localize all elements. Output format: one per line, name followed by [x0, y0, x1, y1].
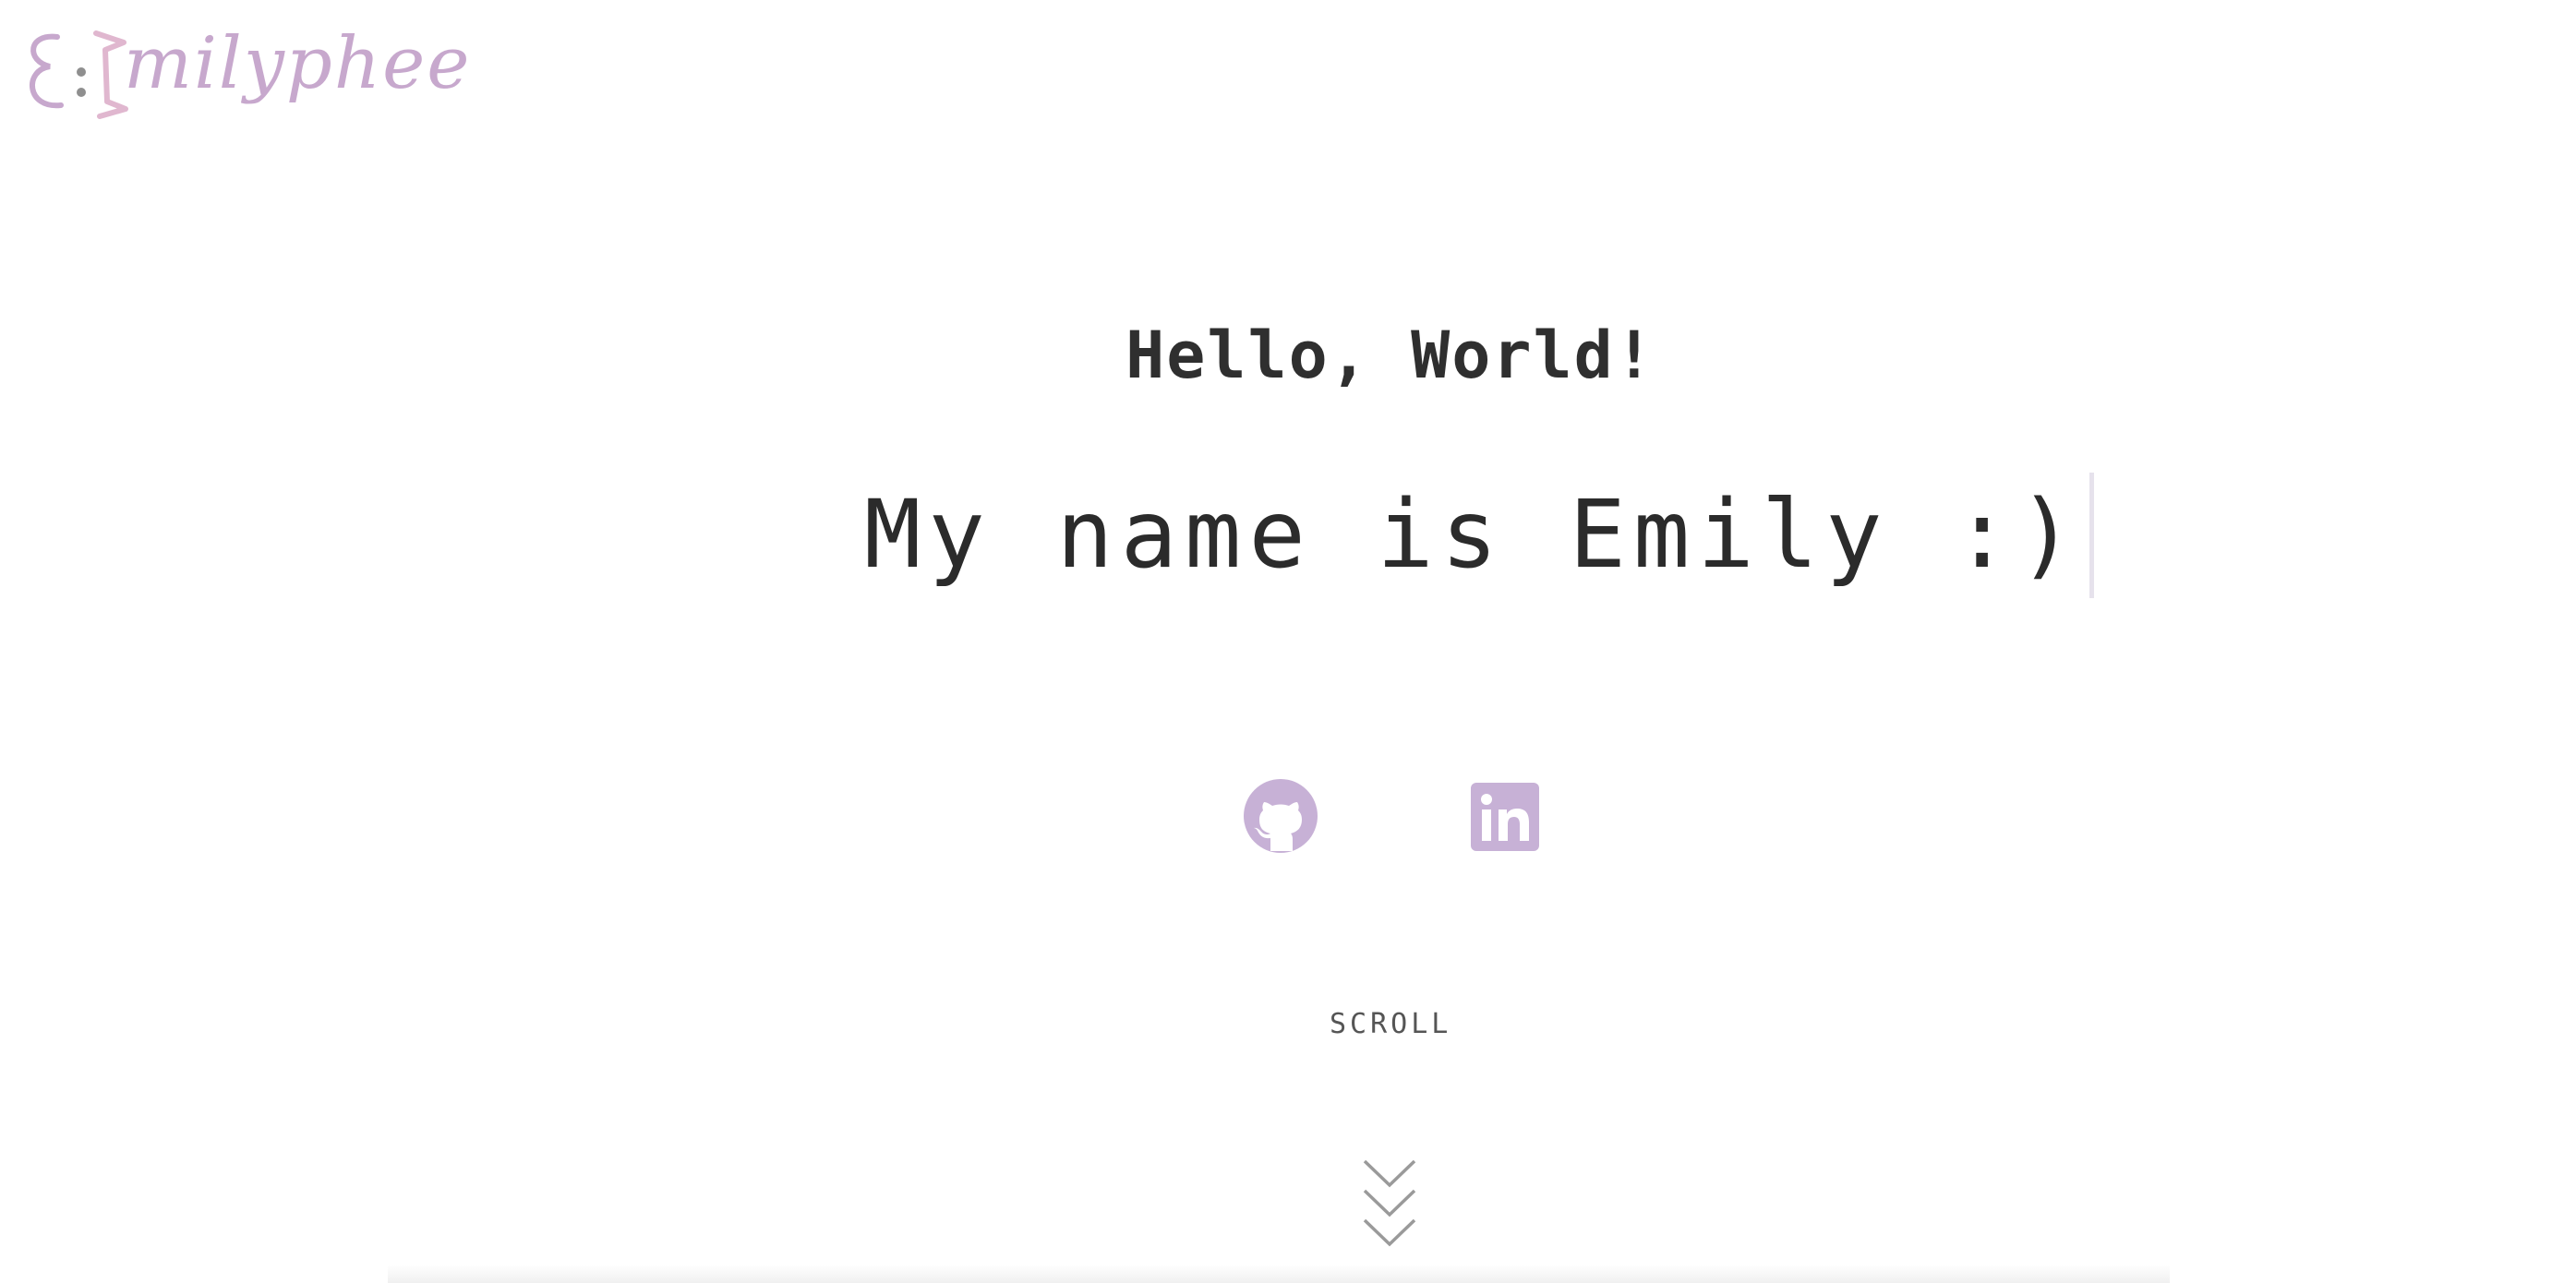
linkedin-icon [1471, 783, 1539, 851]
typing-cursor [2088, 473, 2094, 598]
github-icon [1244, 779, 1318, 853]
scroll-down-button[interactable] [1361, 1157, 1418, 1253]
scroll-label: SCROLL [1330, 1008, 1452, 1040]
section-bottom-shadow [388, 1265, 2170, 1283]
hero-intro: My name is Emily :) [864, 480, 2082, 590]
linkedin-link[interactable] [1471, 783, 1539, 851]
hero-greeting: Hello, World! [1125, 318, 1655, 393]
hero-intro-line: My name is Emily :) [864, 473, 2094, 598]
hero-section: Hello, World! My name is Emily :) SCROLL [0, 0, 2576, 1283]
github-link[interactable] [1242, 777, 1319, 855]
chevrons-down-icon [1363, 1159, 1416, 1247]
